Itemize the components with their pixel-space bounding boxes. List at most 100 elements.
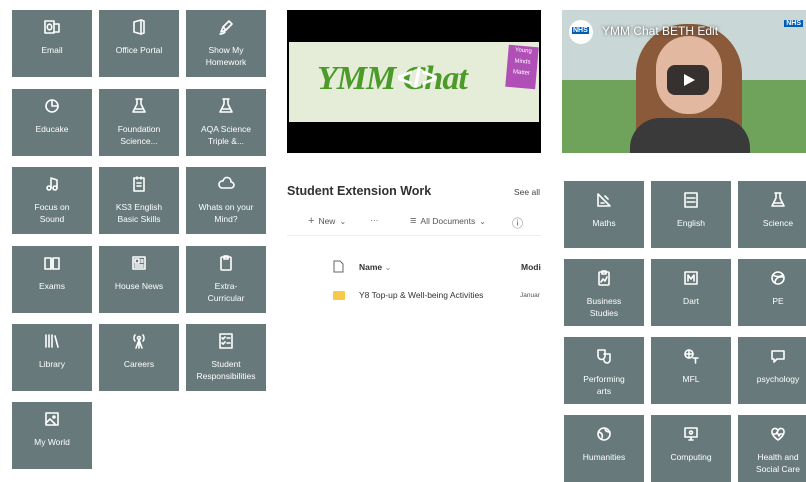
tile-label: Library [39, 359, 65, 369]
pen-icon [186, 18, 266, 38]
book-icon [12, 254, 92, 274]
subject-tile-psychology[interactable]: psychology [738, 337, 806, 404]
tile-label: Show My Homework [205, 45, 247, 67]
info-icon: ⓘ [512, 218, 523, 230]
subject-tile-humanities[interactable]: Humanities [564, 415, 644, 482]
dart-icon [651, 269, 731, 289]
speech-bubble-icon [738, 347, 806, 367]
tile-label: Health and Social Care [756, 452, 800, 474]
library-icon [12, 332, 92, 352]
video-title[interactable]: YMM Chat BETH Edit [602, 24, 718, 38]
chevron-down-icon: ⌄ [339, 216, 347, 226]
new-button[interactable]: + New ⌄ [308, 215, 346, 227]
theatre-masks-icon [564, 347, 644, 367]
music-note-icon [12, 175, 92, 195]
globe-icon [564, 425, 644, 445]
extension-work-title: Student Extension Work [287, 184, 432, 198]
folder-icon [333, 291, 345, 300]
tile-label: English [677, 218, 705, 228]
view-selector[interactable]: ≡ All Documents ⌄ [410, 215, 486, 227]
image-icon [12, 410, 92, 430]
cloud-icon [186, 175, 266, 195]
tile-label: Email [41, 45, 63, 55]
plus-icon: + [308, 215, 315, 227]
left-tile-careers[interactable]: Careers [99, 324, 179, 391]
divider [287, 235, 541, 236]
subject-tile-pe[interactable]: PE [738, 259, 806, 326]
chevron-down-icon: ⌄ [479, 216, 486, 226]
subject-tile-english[interactable]: English [651, 181, 731, 248]
tile-label: Office Portal [115, 45, 163, 55]
ymm-chat-video[interactable]: YMM Chat </> Young Minds Matter [287, 10, 541, 153]
tile-label: Careers [123, 359, 155, 369]
tile-label: Student Responsibilities [196, 359, 256, 381]
clipboard-chart-icon [564, 269, 644, 289]
left-tile-whats-on-your-mind[interactable]: Whats on your Mind? [186, 167, 266, 234]
flask-icon [186, 97, 266, 117]
subject-tile-computing[interactable]: Computing [651, 415, 731, 482]
young-minds-matter-sticker: Young Minds Matter [505, 44, 539, 90]
subject-tile-mfl[interactable]: MFL [651, 337, 731, 404]
left-tile-aqa-science-triple[interactable]: AQA Science Triple &... [186, 89, 266, 156]
pie-chart-icon [12, 97, 92, 117]
tile-label: KS3 English Basic Skills [115, 202, 163, 224]
more-icon: ··· [370, 215, 379, 225]
name-column-header[interactable]: Name ⌄ [359, 262, 392, 273]
tile-label: My World [34, 437, 70, 447]
subject-tile-health-and-social-care[interactable]: Health and Social Care [738, 415, 806, 482]
left-tile-extra-curricular[interactable]: Extra- Curricular [186, 246, 266, 313]
left-tile-house-news[interactable]: House News [99, 246, 179, 313]
see-all-link[interactable]: See all [514, 187, 540, 197]
left-tile-my-world[interactable]: My World [12, 402, 92, 469]
tile-label: Focus on Sound [34, 202, 70, 224]
antenna-icon [99, 332, 179, 352]
left-tile-show-my-homework[interactable]: Show My Homework [186, 10, 266, 77]
tile-label: Educake [35, 124, 69, 134]
left-tile-foundation-science[interactable]: Foundation Science... [99, 89, 179, 156]
ymm-chat-beth-video[interactable]: NHS YMM Chat BETH Edit NHS [562, 10, 806, 153]
abc-def-icon [651, 191, 731, 211]
tile-label: Business Studies [586, 296, 622, 318]
flask-icon [99, 97, 179, 117]
tile-label: AQA Science Triple &... [200, 124, 252, 146]
ruler-triangle-icon [564, 191, 644, 211]
left-tile-focus-on-sound[interactable]: Focus on Sound [12, 167, 92, 234]
chevron-down-icon: ⌄ [384, 262, 392, 272]
document-row[interactable]: Y8 Top-up & Well-being Activities Januar [287, 283, 541, 307]
view-label: All Documents [420, 216, 476, 226]
ball-icon [738, 269, 806, 289]
channel-logo: NHS [569, 20, 593, 44]
tile-label: Exams [39, 281, 65, 291]
new-label: New [318, 216, 336, 226]
left-tile-office-portal[interactable]: Office Portal [99, 10, 179, 77]
document-modified: Januar [520, 292, 540, 299]
flask-icon [738, 191, 806, 211]
modified-column-header[interactable]: Modi [521, 262, 541, 272]
left-tile-library[interactable]: Library [12, 324, 92, 391]
subject-tile-performing-arts[interactable]: Performing arts [564, 337, 644, 404]
sticker-line: Matter [512, 69, 531, 77]
code-glyph: </> [397, 62, 438, 93]
tile-label: Extra- Curricular [207, 281, 245, 303]
subject-tile-science[interactable]: Science [738, 181, 806, 248]
left-tile-ks3-english-basic-skills[interactable]: KS3 English Basic Skills [99, 167, 179, 234]
presenter-shirt [630, 118, 750, 153]
play-button-icon[interactable] [667, 65, 709, 95]
subject-tile-business-studies[interactable]: Business Studies [564, 259, 644, 326]
left-tile-student-responsibilities[interactable]: Student Responsibilities [186, 324, 266, 391]
more-button[interactable]: ··· [370, 215, 379, 225]
tile-label: Humanities [582, 452, 626, 462]
outlook-icon [12, 18, 92, 38]
heart-pulse-icon [738, 425, 806, 445]
subject-tile-dart[interactable]: Dart [651, 259, 731, 326]
left-tile-email[interactable]: Email [12, 10, 92, 77]
video-thumbnail: YMM Chat </> Young Minds Matter [289, 42, 539, 122]
tile-label: Whats on your Mind? [198, 202, 254, 224]
info-button[interactable]: ⓘ [512, 215, 523, 231]
clipboard-icon [186, 254, 266, 274]
left-tile-educake[interactable]: Educake [12, 89, 92, 156]
subject-tile-maths[interactable]: Maths [564, 181, 644, 248]
document-name[interactable]: Y8 Top-up & Well-being Activities [359, 290, 483, 300]
left-tile-exams[interactable]: Exams [12, 246, 92, 313]
name-header-label: Name [359, 262, 383, 272]
